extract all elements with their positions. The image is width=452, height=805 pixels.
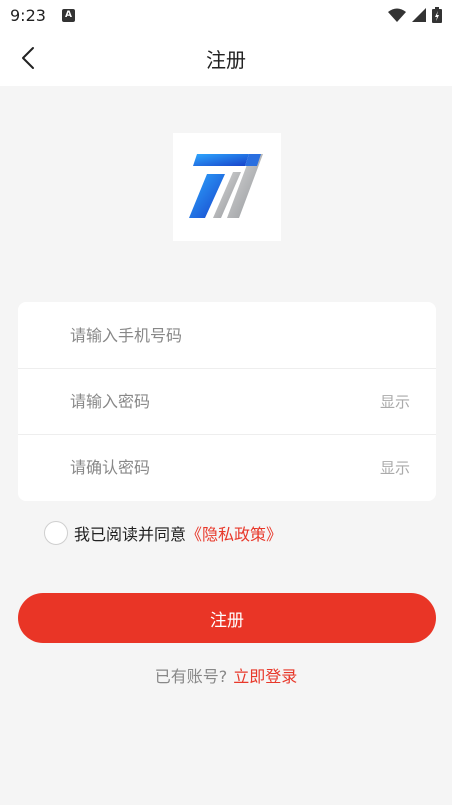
register-button[interactable]: 注册: [18, 593, 436, 643]
password-show-toggle[interactable]: 显示: [380, 391, 410, 412]
phone-input[interactable]: [70, 325, 410, 345]
status-time: 9:23: [10, 5, 46, 25]
phone-row: [18, 302, 436, 368]
agreement-text: 我已阅读并同意: [74, 525, 187, 544]
back-button[interactable]: [10, 40, 46, 76]
confirm-password-show-toggle[interactable]: 显示: [380, 457, 410, 478]
confirm-password-input[interactable]: [70, 458, 380, 477]
wifi-icon: [388, 8, 406, 22]
login-row: 已有账号? 立即登录: [0, 663, 452, 687]
agreement-row: 我已阅读并同意 《隐私政策》: [44, 520, 282, 546]
status-indicators: [388, 7, 442, 23]
signal-icon: [412, 8, 426, 22]
login-prompt: 已有账号?: [154, 667, 228, 686]
status-bar: 9:23 A: [0, 0, 452, 30]
login-link[interactable]: 立即登录: [233, 663, 297, 687]
password-row: 显示: [18, 368, 436, 434]
agreement-checkbox[interactable]: [44, 521, 68, 545]
notification-a-icon: A: [61, 8, 75, 22]
register-screen: 9:23 A 注册 请输入手机号码 显示 显示 我已阅读并同意 《隐私政策》 注…: [0, 0, 452, 805]
app-logo-icon: [189, 154, 263, 218]
app-logo: [173, 133, 281, 241]
page-title: 注册: [206, 47, 246, 72]
privacy-policy-link[interactable]: 《隐私政策》: [186, 521, 282, 545]
chevron-left-icon: [22, 47, 34, 69]
confirm-password-row: 显示: [18, 434, 436, 500]
register-form: 显示 显示: [18, 302, 436, 501]
nav-bar: 注册: [0, 30, 452, 86]
password-input[interactable]: [70, 392, 380, 411]
battery-icon: [432, 7, 442, 23]
